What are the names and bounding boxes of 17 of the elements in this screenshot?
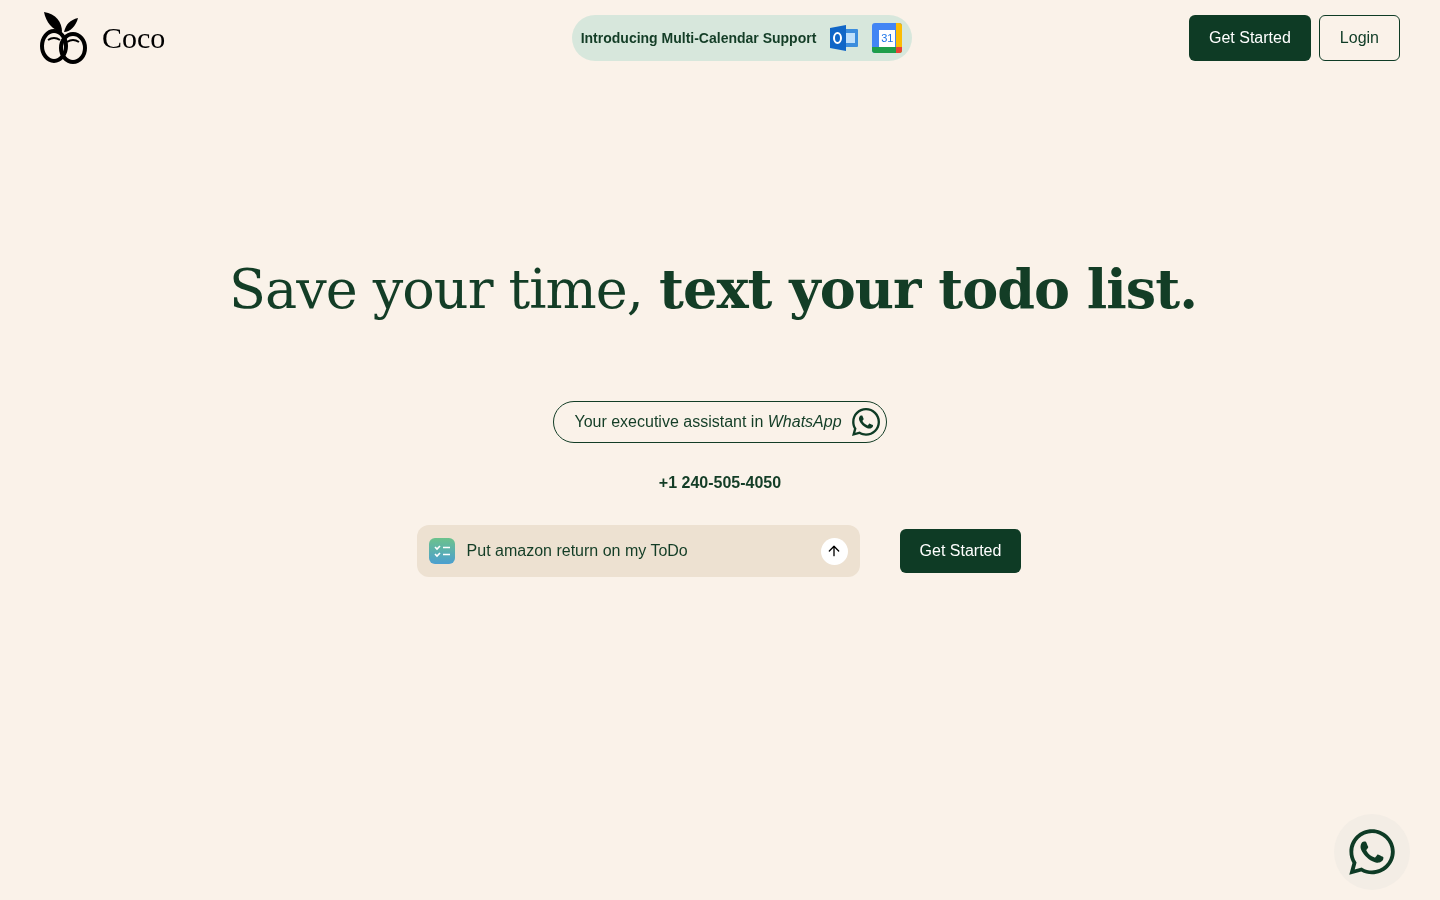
- checklist-icon: [428, 538, 455, 564]
- announcement-text: Introducing Multi-Calendar Support: [580, 28, 817, 48]
- calendar-icon: 31: [872, 23, 903, 53]
- mail-calendar-icon: [828, 22, 861, 54]
- whatsapp-icon: [849, 406, 882, 438]
- login-button[interactable]: Login: [1318, 15, 1400, 61]
- get-started-button[interactable]: Get Started: [899, 529, 1022, 573]
- phone-number: +1 240-505-4050: [658, 473, 782, 493]
- tagline-text: Your executive assistant in WhatsApp: [574, 412, 842, 432]
- brand-name: Coco: [102, 19, 166, 56]
- whatsapp-icon: [1346, 826, 1398, 878]
- prompt-input[interactable]: Put amazon return on my ToDo: [466, 539, 809, 563]
- send-button[interactable]: [820, 537, 848, 565]
- prompt-field[interactable]: Put amazon return on my ToDo: [416, 525, 860, 577]
- leaf-fruit-logo-icon: [40, 10, 90, 64]
- get-started-button[interactable]: Get Started: [1189, 15, 1311, 61]
- announcement-banner[interactable]: Introducing Multi-Calendar Support 31: [571, 15, 913, 61]
